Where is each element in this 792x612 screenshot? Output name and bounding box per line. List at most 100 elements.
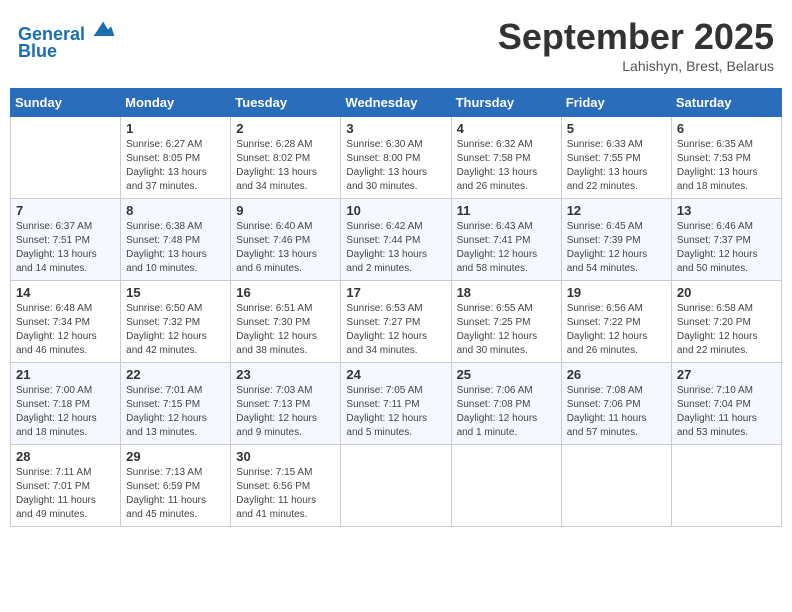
day-info: Sunrise: 6:42 AM Sunset: 7:44 PM Dayligh… — [346, 220, 445, 276]
calendar-cell: 17 Sunrise: 6:53 AM Sunset: 7:27 PM Dayli… — [341, 281, 451, 363]
weekday-header-thursday: Thursday — [451, 89, 561, 117]
day-number: 12 — [567, 203, 666, 218]
calendar-cell: 8 Sunrise: 6:38 AM Sunset: 7:48 PM Daylig… — [121, 199, 231, 281]
location: Lahishyn, Brest, Belarus — [498, 58, 774, 74]
week-row-1: 7 Sunrise: 6:37 AM Sunset: 7:51 PM Daylig… — [11, 199, 782, 281]
weekday-header-monday: Monday — [121, 89, 231, 117]
day-info: Sunrise: 6:55 AM Sunset: 7:25 PM Dayligh… — [457, 302, 556, 358]
day-info: Sunrise: 7:15 AM Sunset: 6:56 PM Dayligh… — [236, 466, 335, 522]
day-number: 8 — [126, 203, 225, 218]
calendar-cell: 21 Sunrise: 7:00 AM Sunset: 7:18 PM Dayli… — [11, 363, 121, 445]
calendar-cell: 27Sunrise: 7:10 AM Sunset: 7:04 PM Dayli… — [671, 363, 781, 445]
day-info: Sunrise: 7:06 AM Sunset: 7:08 PM Dayligh… — [457, 384, 556, 440]
calendar-cell: 7 Sunrise: 6:37 AM Sunset: 7:51 PM Daylig… — [11, 199, 121, 281]
week-row-0: 1 Sunrise: 6:27 AM Sunset: 8:05 PM Daylig… — [11, 117, 782, 199]
day-number: 1 — [126, 121, 225, 136]
calendar-cell: 4 Sunrise: 6:32 AM Sunset: 7:58 PM Daylig… — [451, 117, 561, 199]
calendar-cell: 30 Sunrise: 7:15 AM Sunset: 6:56 PM Dayli… — [231, 445, 341, 527]
day-info: Sunrise: 6:33 AM Sunset: 7:55 PM Dayligh… — [567, 138, 666, 194]
day-info: Sunrise: 7:11 AM Sunset: 7:01 PM Dayligh… — [16, 466, 115, 522]
day-info: Sunrise: 6:37 AM Sunset: 7:51 PM Dayligh… — [16, 220, 115, 276]
calendar-cell: 26 Sunrise: 7:08 AM Sunset: 7:06 PM Dayli… — [561, 363, 671, 445]
day-number: 14 — [16, 285, 115, 300]
day-number: 16 — [236, 285, 335, 300]
calendar-cell — [451, 445, 561, 527]
day-number: 15 — [126, 285, 225, 300]
calendar-header-row: SundayMondayTuesdayWednesdayThursdayFrid… — [11, 89, 782, 117]
calendar-cell: 10Sunrise: 6:42 AM Sunset: 7:44 PM Dayli… — [341, 199, 451, 281]
day-info: Sunrise: 6:40 AM Sunset: 7:46 PM Dayligh… — [236, 220, 335, 276]
day-info: Sunrise: 6:27 AM Sunset: 8:05 PM Dayligh… — [126, 138, 225, 194]
calendar-cell — [11, 117, 121, 199]
calendar: SundayMondayTuesdayWednesdayThursdayFrid… — [10, 88, 782, 527]
calendar-cell: 16 Sunrise: 6:51 AM Sunset: 7:30 PM Dayli… — [231, 281, 341, 363]
calendar-cell: 5 Sunrise: 6:33 AM Sunset: 7:55 PM Daylig… — [561, 117, 671, 199]
calendar-cell: 9 Sunrise: 6:40 AM Sunset: 7:46 PM Daylig… — [231, 199, 341, 281]
day-info: Sunrise: 6:45 AM Sunset: 7:39 PM Dayligh… — [567, 220, 666, 276]
day-info: Sunrise: 6:43 AM Sunset: 7:41 PM Dayligh… — [457, 220, 556, 276]
logo-icon — [92, 16, 116, 40]
weekday-header-friday: Friday — [561, 89, 671, 117]
day-number: 4 — [457, 121, 556, 136]
day-number: 29 — [126, 449, 225, 464]
calendar-cell: 3 Sunrise: 6:30 AM Sunset: 8:00 PM Daylig… — [341, 117, 451, 199]
calendar-cell: 19 Sunrise: 6:56 AM Sunset: 7:22 PM Dayli… — [561, 281, 671, 363]
calendar-cell: 29 Sunrise: 7:13 AM Sunset: 6:59 PM Dayli… — [121, 445, 231, 527]
day-number: 13 — [677, 203, 776, 218]
calendar-cell — [671, 445, 781, 527]
calendar-cell: 12 Sunrise: 6:45 AM Sunset: 7:39 PM Dayli… — [561, 199, 671, 281]
day-info: Sunrise: 6:48 AM Sunset: 7:34 PM Dayligh… — [16, 302, 115, 358]
calendar-cell: 1 Sunrise: 6:27 AM Sunset: 8:05 PM Daylig… — [121, 117, 231, 199]
calendar-cell: 28 Sunrise: 7:11 AM Sunset: 7:01 PM Dayli… — [11, 445, 121, 527]
day-info: Sunrise: 6:53 AM Sunset: 7:27 PM Dayligh… — [346, 302, 445, 358]
day-number: 3 — [346, 121, 445, 136]
day-info: Sunrise: 6:30 AM Sunset: 8:00 PM Dayligh… — [346, 138, 445, 194]
title-block: September 2025 Lahishyn, Brest, Belarus — [498, 16, 774, 74]
calendar-cell: 18 Sunrise: 6:55 AM Sunset: 7:25 PM Dayli… — [451, 281, 561, 363]
weekday-header-sunday: Sunday — [11, 89, 121, 117]
day-info: Sunrise: 7:08 AM Sunset: 7:06 PM Dayligh… — [567, 384, 666, 440]
day-info: Sunrise: 6:38 AM Sunset: 7:48 PM Dayligh… — [126, 220, 225, 276]
calendar-cell: 14 Sunrise: 6:48 AM Sunset: 7:34 PM Dayli… — [11, 281, 121, 363]
day-info: Sunrise: 6:56 AM Sunset: 7:22 PM Dayligh… — [567, 302, 666, 358]
day-number: 22 — [126, 367, 225, 382]
calendar-cell: 11 Sunrise: 6:43 AM Sunset: 7:41 PM Dayli… — [451, 199, 561, 281]
day-number: 26 — [567, 367, 666, 382]
day-number: 5 — [567, 121, 666, 136]
day-number: 28 — [16, 449, 115, 464]
month-title: September 2025 — [498, 16, 774, 58]
day-number: 18 — [457, 285, 556, 300]
day-number: 7 — [16, 203, 115, 218]
day-number: 9 — [236, 203, 335, 218]
weekday-header-tuesday: Tuesday — [231, 89, 341, 117]
day-info: Sunrise: 6:35 AM Sunset: 7:53 PM Dayligh… — [677, 138, 776, 194]
header: General Blue September 2025 Lahishyn, Br… — [10, 10, 782, 80]
day-number: 11 — [457, 203, 556, 218]
day-info: Sunrise: 7:01 AM Sunset: 7:15 PM Dayligh… — [126, 384, 225, 440]
calendar-cell: 20Sunrise: 6:58 AM Sunset: 7:20 PM Dayli… — [671, 281, 781, 363]
calendar-cell: 13Sunrise: 6:46 AM Sunset: 7:37 PM Dayli… — [671, 199, 781, 281]
day-info: Sunrise: 7:00 AM Sunset: 7:18 PM Dayligh… — [16, 384, 115, 440]
calendar-cell: 24Sunrise: 7:05 AM Sunset: 7:11 PM Dayli… — [341, 363, 451, 445]
day-number: 17 — [346, 285, 445, 300]
day-info: Sunrise: 6:51 AM Sunset: 7:30 PM Dayligh… — [236, 302, 335, 358]
day-info: Sunrise: 7:03 AM Sunset: 7:13 PM Dayligh… — [236, 384, 335, 440]
day-number: 21 — [16, 367, 115, 382]
day-info: Sunrise: 6:32 AM Sunset: 7:58 PM Dayligh… — [457, 138, 556, 194]
day-info: Sunrise: 7:10 AM Sunset: 7:04 PM Dayligh… — [677, 384, 776, 440]
calendar-cell: 22 Sunrise: 7:01 AM Sunset: 7:15 PM Dayli… — [121, 363, 231, 445]
weekday-header-saturday: Saturday — [671, 89, 781, 117]
day-number: 24 — [346, 367, 445, 382]
calendar-cell: 2 Sunrise: 6:28 AM Sunset: 8:02 PM Daylig… — [231, 117, 341, 199]
day-number: 2 — [236, 121, 335, 136]
day-info: Sunrise: 6:28 AM Sunset: 8:02 PM Dayligh… — [236, 138, 335, 194]
day-number: 19 — [567, 285, 666, 300]
week-row-4: 28 Sunrise: 7:11 AM Sunset: 7:01 PM Dayli… — [11, 445, 782, 527]
day-info: Sunrise: 7:13 AM Sunset: 6:59 PM Dayligh… — [126, 466, 225, 522]
calendar-cell: 23Sunrise: 7:03 AM Sunset: 7:13 PM Dayli… — [231, 363, 341, 445]
day-number: 30 — [236, 449, 335, 464]
calendar-cell — [341, 445, 451, 527]
week-row-2: 14 Sunrise: 6:48 AM Sunset: 7:34 PM Dayli… — [11, 281, 782, 363]
calendar-cell: 15Sunrise: 6:50 AM Sunset: 7:32 PM Dayli… — [121, 281, 231, 363]
week-row-3: 21 Sunrise: 7:00 AM Sunset: 7:18 PM Dayli… — [11, 363, 782, 445]
